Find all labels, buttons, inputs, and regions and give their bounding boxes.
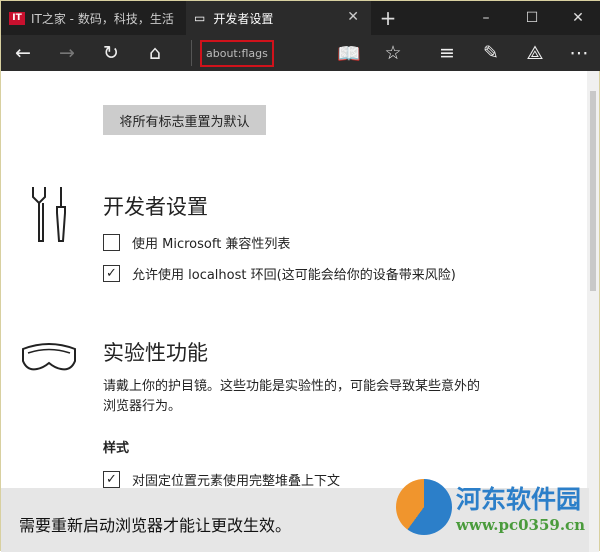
checkbox-localhost-loopback[interactable]: ✓ 允许使用 localhost 环回(这可能会给你的设备带来风险) xyxy=(103,264,456,283)
share-icon[interactable]: ⟁ xyxy=(513,35,557,71)
checkbox-checked[interactable]: ✓ xyxy=(103,265,120,282)
tab-developer-settings[interactable]: ▭ 开发者设置 ✕ xyxy=(186,1,371,35)
favorite-star-icon[interactable]: ☆ xyxy=(371,35,415,71)
close-window-button[interactable]: ✕ xyxy=(555,1,600,35)
it-logo-icon: IT xyxy=(9,11,25,25)
watermark-name: 河东软件园 xyxy=(456,485,582,514)
home-button[interactable]: ⌂ xyxy=(133,35,177,71)
scrollbar-thumb[interactable] xyxy=(590,91,596,291)
back-button[interactable]: ← xyxy=(1,35,45,71)
toolbar: ← → ↻ ⌂ about:flags 📖 ☆ ≡ ✎ ⟁ ⋯ xyxy=(1,35,600,71)
option-label: 对固定位置元素使用完整堆叠上下文 xyxy=(132,474,341,489)
section-styles: 样式 xyxy=(103,441,130,456)
watermark-url: www.pc0359.cn xyxy=(456,516,586,534)
tab-label: IT之家 - 数码，科技，生活 xyxy=(31,11,174,26)
watermark-logo xyxy=(396,479,452,535)
reset-flags-button[interactable]: 将所有标志重置为默认 xyxy=(103,105,266,135)
new-tab-button[interactable]: + xyxy=(371,1,405,35)
checkbox-checked[interactable]: ✓ xyxy=(103,471,120,488)
developer-settings-title: 开发者设置 xyxy=(103,195,208,219)
option-label: 使用 Microsoft 兼容性列表 xyxy=(132,237,291,252)
experimental-features-title: 实验性功能 xyxy=(103,341,208,365)
maximize-button[interactable]: ☐ xyxy=(509,1,555,35)
flags-page: 将所有标志重置为默认 开发者设置 使用 Microsoft 兼容性列表 ✓ 允许使… xyxy=(1,71,589,489)
forward-button[interactable]: → xyxy=(45,35,89,71)
checkbox[interactable] xyxy=(103,234,120,251)
watermark: 河东软件园 www.pc0359.cn xyxy=(396,479,585,535)
notice-text: 需要重新启动浏览器才能让更改生效。 xyxy=(19,516,292,535)
tab-ithome[interactable]: IT IT之家 - 数码，科技，生活 xyxy=(1,1,186,35)
hub-icon[interactable]: ≡ xyxy=(425,35,469,71)
minimize-button[interactable]: – xyxy=(463,1,509,35)
checkbox-stacking-context[interactable]: ✓ 对固定位置元素使用完整堆叠上下文 xyxy=(103,470,340,489)
refresh-button[interactable]: ↻ xyxy=(89,35,133,71)
address-text[interactable]: about:flags xyxy=(200,39,274,67)
reading-view-icon[interactable]: 📖 xyxy=(327,35,371,71)
web-note-icon[interactable]: ✎ xyxy=(469,35,513,71)
experimental-description: 请戴上你的护目镜。这些功能是实验性的，可能会导致某些意外的浏览器行为。 xyxy=(103,379,481,414)
goggles-icon xyxy=(22,343,76,371)
tools-icon xyxy=(32,187,66,242)
more-icon[interactable]: ⋯ xyxy=(557,35,600,71)
close-tab-button[interactable]: ✕ xyxy=(347,9,359,25)
scrollbar[interactable] xyxy=(587,71,599,552)
option-label: 允许使用 localhost 环回(这可能会给你的设备带来风险) xyxy=(132,268,456,283)
tab-bar: IT IT之家 - 数码，科技，生活 ▭ 开发者设置 ✕ + – ☐ ✕ xyxy=(1,1,600,35)
page-icon: ▭ xyxy=(194,11,206,25)
checkbox-compat-list[interactable]: 使用 Microsoft 兼容性列表 xyxy=(103,233,290,252)
address-bar[interactable]: about:flags xyxy=(191,39,274,67)
tab-label: 开发者设置 xyxy=(213,11,274,26)
